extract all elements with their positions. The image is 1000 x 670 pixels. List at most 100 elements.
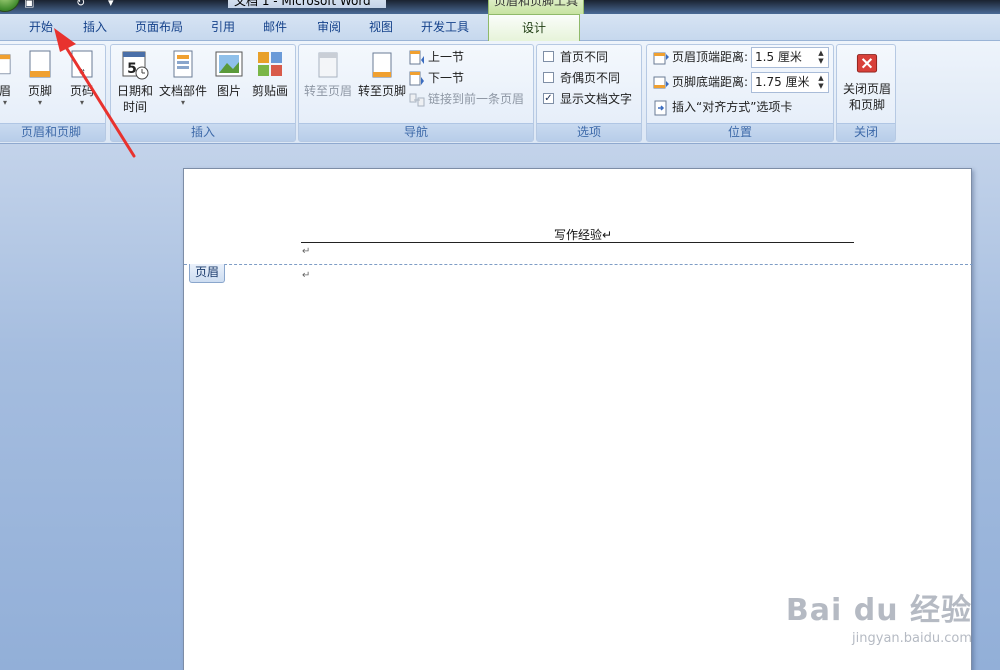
ribbon: 眉 ▾ 页脚 ▾ # 页码 ▾ 页眉和页脚 5 日期和 时间 文档部件 ▾ 图片 bbox=[0, 41, 1000, 144]
header-tag-label: 页眉 bbox=[189, 264, 226, 283]
goto-footer-button[interactable]: 转至页脚 bbox=[357, 49, 407, 99]
link-icon bbox=[409, 93, 425, 106]
tab-home[interactable]: 开始 bbox=[18, 14, 64, 41]
header-top-distance-label: 页眉顶端距离: bbox=[672, 50, 749, 64]
tab-mailings[interactable]: 邮件 bbox=[252, 14, 298, 41]
page-number-icon: # bbox=[71, 50, 93, 78]
previous-section-label: 上一节 bbox=[428, 50, 465, 64]
footer-bottom-distance-label: 页脚底端距离: bbox=[672, 75, 749, 89]
document-area[interactable]: 写作经验↵ ↵ 页眉 ↵ Bai du 经验 jingyan.baidu.com bbox=[0, 144, 1000, 670]
clip-art-label: 剪贴画 bbox=[251, 84, 288, 98]
next-section-label: 下一节 bbox=[428, 71, 465, 85]
footer-position-icon bbox=[653, 76, 669, 88]
checkbox-label: 显示文档文字 bbox=[560, 92, 633, 106]
quick-parts-button[interactable]: 文档部件 ▾ bbox=[157, 49, 209, 107]
goto-footer-icon bbox=[372, 52, 392, 78]
goto-footer-label: 转至页脚 bbox=[357, 84, 406, 98]
insert-alignment-tab-button[interactable]: 插入“对齐方式”选项卡 bbox=[653, 97, 792, 117]
group-label: 页眉和页脚 bbox=[0, 123, 105, 141]
header-position-icon bbox=[653, 52, 669, 64]
footer-button[interactable]: 页脚 ▾ bbox=[23, 49, 57, 107]
footer-bottom-distance-spinner[interactable]: 1.75 厘米 ▲ ▼ bbox=[751, 72, 829, 93]
redo-icon[interactable]: ↻ bbox=[76, 0, 85, 9]
header-content-text[interactable]: 写作经验↵ bbox=[554, 226, 612, 243]
previous-section-icon bbox=[409, 50, 424, 64]
office-button[interactable] bbox=[0, 0, 20, 12]
paragraph-mark: ↵ bbox=[302, 246, 311, 257]
group-insert: 5 日期和 时间 文档部件 ▾ 图片 剪贴画 插入 bbox=[110, 44, 296, 142]
tab-view[interactable]: 视图 bbox=[358, 14, 404, 41]
watermark-url: jingyan.baidu.com bbox=[852, 631, 972, 646]
insert-alignment-tab-label: 插入“对齐方式”选项卡 bbox=[672, 100, 793, 114]
picture-button[interactable]: 图片 bbox=[213, 49, 245, 99]
quick-parts-label: 文档部件 bbox=[158, 84, 207, 98]
watermark-logo-text: Bai du 经验 bbox=[785, 593, 972, 628]
group-label: 位置 bbox=[647, 123, 833, 141]
group-label: 导航 bbox=[299, 123, 533, 141]
header-top-distance-spinner[interactable]: 1.5 厘米 ▲ ▼ bbox=[751, 47, 829, 68]
chevron-down-icon: ▾ bbox=[2, 98, 7, 107]
chevron-down-icon: ▾ bbox=[37, 98, 42, 107]
quick-access-dropdown-icon[interactable]: ▾ bbox=[108, 0, 114, 9]
different-odd-even-checkbox[interactable]: 奇偶页不同 bbox=[543, 68, 620, 88]
alignment-tab-icon bbox=[654, 100, 667, 115]
clip-art-icon bbox=[258, 52, 282, 76]
footer-bottom-distance-label-row: 页脚底端距离: bbox=[653, 72, 748, 92]
ribbon-tab-row: 开始 插入 页面布局 引用 邮件 审阅 视图 开发工具 设计 bbox=[0, 14, 1000, 42]
checkbox-box bbox=[543, 51, 554, 62]
goto-header-label: 转至页眉 bbox=[303, 84, 352, 98]
previous-section-button[interactable]: 上一节 bbox=[409, 47, 464, 67]
group-label: 选项 bbox=[537, 123, 641, 141]
group-label: 插入 bbox=[111, 123, 295, 141]
baidu-jingyan-watermark: Bai du 经验 jingyan.baidu.com bbox=[786, 585, 972, 646]
link-to-previous-button[interactable]: 链接到前一条页眉 bbox=[409, 89, 524, 109]
next-section-icon bbox=[409, 71, 424, 85]
group-label: 关闭 bbox=[837, 123, 895, 141]
header-icon bbox=[0, 54, 11, 75]
group-navigation: 转至页眉 转至页脚 上一节 下一节 链接到前一条页眉 导航 bbox=[298, 44, 534, 142]
chevron-down-icon: ▾ bbox=[79, 98, 84, 107]
close-header-footer-button[interactable]: 关闭页眉 和页脚 bbox=[839, 51, 895, 113]
tab-insert[interactable]: 插入 bbox=[72, 14, 118, 41]
header-button[interactable]: 眉 ▾ bbox=[0, 49, 17, 107]
goto-header-icon bbox=[318, 52, 338, 78]
header-boundary-line bbox=[184, 264, 973, 265]
chevron-down-icon: ▾ bbox=[180, 98, 185, 107]
tab-review[interactable]: 审阅 bbox=[306, 14, 352, 41]
calendar-clock-icon: 5 bbox=[122, 51, 149, 80]
goto-header-button[interactable]: 转至页眉 bbox=[301, 49, 355, 99]
svg-text:#: # bbox=[79, 68, 85, 76]
footer-button-label: 页脚 bbox=[27, 84, 52, 98]
tab-references[interactable]: 引用 bbox=[200, 14, 246, 41]
checkbox-box bbox=[543, 72, 554, 83]
group-position: 页眉顶端距离: 1.5 厘米 ▲ ▼ 页脚底端距离: 1.75 厘米 ▲ ▼ 插入“… bbox=[646, 44, 834, 142]
tab-design[interactable]: 设计 bbox=[488, 14, 580, 42]
group-close: 关闭页眉 和页脚 关闭 bbox=[836, 44, 896, 142]
footer-icon bbox=[29, 50, 51, 78]
header-top-distance-value: 1.5 厘米 bbox=[755, 50, 802, 64]
spinner-arrows-icon[interactable]: ▲ ▼ bbox=[816, 49, 826, 65]
header-underline bbox=[301, 242, 854, 243]
paragraph-mark: ↵ bbox=[302, 270, 311, 281]
checkbox-label: 首页不同 bbox=[560, 50, 609, 64]
spinner-arrows-icon[interactable]: ▲ ▼ bbox=[816, 74, 826, 90]
clip-art-button[interactable]: 剪贴画 bbox=[249, 49, 291, 99]
show-document-text-checkbox[interactable]: ✓ 显示文档文字 bbox=[543, 89, 632, 109]
picture-icon bbox=[215, 51, 243, 77]
quick-parts-icon bbox=[173, 50, 193, 78]
page-number-button[interactable]: # 页码 ▾ bbox=[65, 49, 99, 107]
next-section-button[interactable]: 下一节 bbox=[409, 68, 464, 88]
different-first-page-checkbox[interactable]: 首页不同 bbox=[543, 47, 608, 67]
header-button-label: 眉 bbox=[0, 84, 11, 98]
checkmark-icon: ✓ bbox=[543, 93, 554, 104]
page-number-button-label: 页码 bbox=[69, 84, 94, 98]
date-time-button[interactable]: 5 日期和 时间 bbox=[115, 49, 155, 115]
save-icon[interactable]: ▣ bbox=[24, 0, 34, 9]
tab-developer[interactable]: 开发工具 bbox=[410, 14, 480, 41]
close-header-footer-label: 关闭页眉 和页脚 bbox=[842, 82, 891, 112]
header-top-distance-label-row: 页眉顶端距离: bbox=[653, 47, 748, 67]
title-bar: ▣ ↻ ▾ 文档 1 - Microsoft Word 页眉和页脚工具 bbox=[0, 0, 1000, 14]
checkbox-label: 奇偶页不同 bbox=[560, 71, 621, 85]
window-title: 文档 1 - Microsoft Word bbox=[228, 0, 386, 8]
tab-page-layout[interactable]: 页面布局 bbox=[126, 14, 192, 41]
